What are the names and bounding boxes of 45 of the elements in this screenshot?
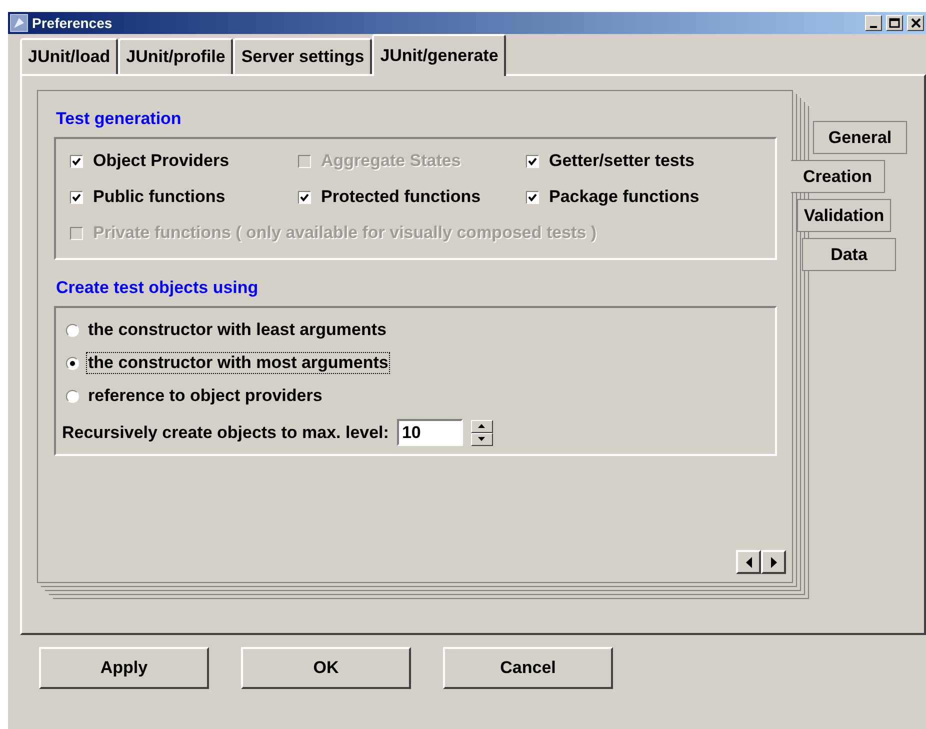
checkmark-icon [72, 156, 81, 166]
window-title: Preferences [32, 15, 114, 31]
spin-up-button[interactable] [470, 420, 493, 432]
radio-option[interactable]: the constructor with most arguments [66, 353, 390, 373]
section-heading: Test generation [56, 109, 182, 129]
close-icon [910, 18, 920, 28]
spin-down-button[interactable] [470, 432, 493, 446]
maximize-button[interactable] [886, 15, 903, 31]
checkbox[interactable]: Package functions [526, 187, 700, 207]
checkbox[interactable]: Object Providers [70, 151, 230, 171]
side-tab[interactable]: Validation [797, 199, 891, 232]
input-field[interactable]: 10 [396, 419, 463, 446]
tab[interactable]: JUnit/generate [372, 34, 506, 76]
checkmark-icon [528, 156, 537, 166]
checkmark-icon [300, 192, 309, 202]
right-arrow-icon [770, 556, 776, 568]
up-arrow-icon [478, 424, 486, 428]
tab[interactable]: JUnit/profile [118, 38, 234, 74]
minimize-icon [870, 26, 877, 28]
tab[interactable]: Server settings [233, 38, 372, 74]
dialog-button[interactable]: Apply [39, 647, 209, 689]
radio-option[interactable]: the constructor with least arguments [66, 320, 388, 340]
checkmark-icon [72, 192, 81, 202]
field-label: Recursively create objects to max. level: [62, 422, 389, 442]
left-arrow-icon [746, 556, 752, 568]
previous-button[interactable] [736, 550, 761, 574]
app-icon [10, 14, 28, 32]
checkmark-icon [528, 192, 537, 202]
minimize-button[interactable] [865, 15, 882, 31]
next-button[interactable] [761, 550, 786, 574]
tab[interactable]: JUnit/load [20, 38, 118, 74]
close-button[interactable] [907, 15, 924, 31]
section-heading: Create test objects using [56, 278, 260, 298]
side-tab[interactable]: Creation [791, 160, 885, 193]
down-arrow-icon [478, 437, 486, 441]
side-tab[interactable]: General [813, 121, 907, 154]
maximize-icon [889, 18, 900, 28]
checkbox[interactable]: Getter/setter tests [526, 151, 695, 171]
dialog-button[interactable]: Cancel [443, 647, 613, 689]
radio-dot-icon [70, 360, 75, 366]
checkbox[interactable]: Public functions [70, 187, 226, 207]
side-tab[interactable]: Data [802, 238, 896, 271]
radio-option[interactable]: reference to object providers [66, 386, 324, 406]
dialog-button[interactable]: OK [241, 647, 411, 689]
checkbox[interactable]: Protected functions [298, 187, 481, 207]
